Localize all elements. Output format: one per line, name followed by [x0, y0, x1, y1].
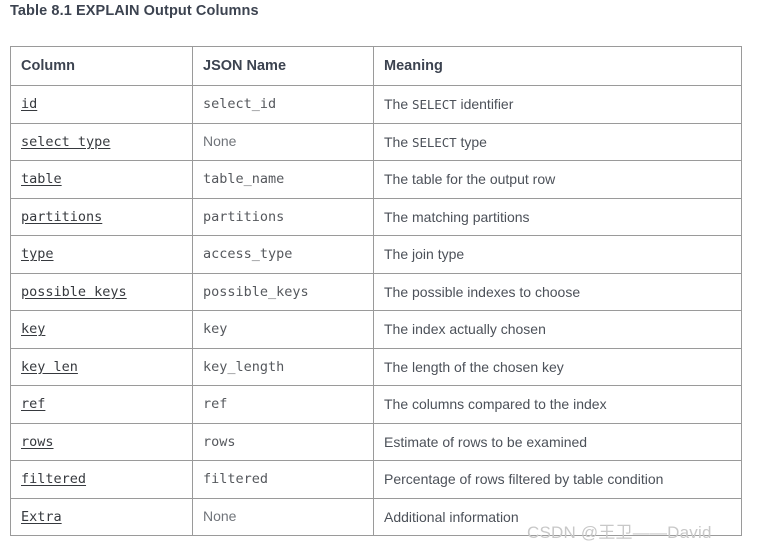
json-name-cell: None [192, 122, 374, 161]
column-cell: id [10, 85, 193, 124]
json-name-cell: ref [192, 385, 374, 424]
json-name-cell: key_length [192, 347, 374, 386]
column-header-json-name: JSON Name [192, 46, 374, 86]
table-row: table table_name The table for the output … [10, 160, 742, 199]
json-name-cell: key [192, 310, 374, 349]
json-name-none: None [203, 132, 237, 149]
meaning-text: The columns compared to the index [384, 396, 607, 413]
json-name-cell: partitions [192, 197, 374, 236]
json-name-cell: filtered [192, 460, 374, 499]
table-row: possible keys possible_keys The possible i… [10, 272, 742, 311]
column-header-column: Column [10, 46, 193, 86]
json-name-cell: None [192, 497, 374, 536]
table-row: filtered filtered Percentage of rows filte… [10, 460, 742, 499]
json-name-value: possible_keys [203, 283, 309, 300]
meaning-text: Percentage of rows filtered by table con… [384, 471, 664, 488]
json-name-cell: table_name [192, 160, 374, 199]
column-link[interactable]: filtered [21, 471, 86, 487]
json-name-value: access_type [203, 246, 293, 263]
meaning-text: The join type [384, 246, 465, 263]
page-title: Table 8.1 EXPLAIN Output Columns [10, 3, 259, 19]
json-name-value: filtered [203, 471, 269, 488]
meaning-cell: Percentage of rows filtered by table con… [373, 460, 742, 499]
meaning-text: The [384, 133, 413, 150]
meaning-text: Additional information [384, 508, 519, 525]
meaning-keyword: SELECT [412, 97, 457, 113]
meaning-text: The [384, 96, 413, 113]
column-cell: partitions [10, 197, 193, 236]
meaning-cell: Estimate of rows to be examined [373, 422, 742, 461]
column-cell: key [10, 310, 193, 349]
table-row: type access_type The join type [10, 235, 742, 274]
meaning-text: The possible indexes to choose [384, 283, 581, 300]
meaning-cell: The join type [373, 235, 742, 274]
column-cell: table [10, 160, 193, 199]
column-cell: Extra [10, 497, 193, 536]
table-row: select type None The SELECT type [10, 122, 742, 161]
json-name-value: key_length [203, 358, 285, 375]
json-name-none: None [203, 507, 237, 524]
column-cell: rows [10, 422, 193, 461]
column-header-meaning: Meaning [373, 46, 742, 86]
table-row: id select_id The SELECT identifier [10, 85, 742, 124]
column-link[interactable]: key [21, 321, 45, 337]
json-name-value: partitions [203, 208, 285, 225]
table-row: Extra None Additional information [10, 497, 742, 536]
json-name-value: key [203, 321, 228, 338]
column-cell: ref [10, 385, 193, 424]
explain-output-columns-table: Column JSON Name Meaning id select_id The … [10, 46, 742, 536]
meaning-cell: The columns compared to the index [373, 385, 742, 424]
table-row: partitions partitions The matching partiti… [10, 197, 742, 236]
page-root: Table 8.1 EXPLAIN Output Columns Column … [0, 0, 763, 549]
json-name-value: select_id [203, 96, 277, 113]
meaning-cell: The index actually chosen [373, 310, 742, 349]
meaning-cell: The possible indexes to choose [373, 272, 742, 311]
meaning-cell: The matching partitions [373, 197, 742, 236]
table-header: Column JSON Name Meaning [10, 46, 742, 86]
table-body: id select_id The SELECT identifier select t… [10, 85, 742, 536]
meaning-text: The index actually chosen [384, 321, 546, 338]
json-name-cell: select_id [192, 85, 374, 124]
json-name-value: ref [203, 396, 228, 413]
column-cell: possible keys [10, 272, 193, 311]
column-cell: type [10, 235, 193, 274]
table-row: rows rows Estimate of rows to be examined [10, 422, 742, 461]
table-row: key len key_length The length of the chose… [10, 347, 742, 386]
meaning-text: The matching partitions [384, 208, 530, 225]
meaning-cell: The SELECT type [373, 122, 742, 161]
meaning-text: The length of the chosen key [384, 358, 564, 375]
meaning-cell: The table for the output row [373, 160, 742, 199]
table-header-row: Column JSON Name Meaning [10, 46, 742, 86]
table-row: ref ref The columns compared to the index [10, 385, 742, 424]
column-link[interactable]: rows [21, 434, 54, 450]
column-link[interactable]: table [21, 171, 62, 187]
meaning-cell: The length of the chosen key [373, 347, 742, 386]
column-link[interactable]: possible keys [21, 284, 127, 300]
meaning-text-suffix: type [456, 133, 487, 150]
json-name-value: rows [203, 433, 236, 450]
json-name-cell: possible_keys [192, 272, 374, 311]
meaning-text: Estimate of rows to be examined [384, 433, 588, 450]
column-link[interactable]: select type [21, 134, 110, 150]
column-link[interactable]: key len [21, 359, 78, 375]
meaning-text: The table for the output row [384, 171, 556, 188]
column-link[interactable]: id [21, 96, 37, 112]
column-cell: select type [10, 122, 193, 161]
column-link[interactable]: type [21, 246, 54, 262]
column-link[interactable]: partitions [21, 209, 102, 225]
json-name-cell: access_type [192, 235, 374, 274]
column-cell: key len [10, 347, 193, 386]
meaning-cell: Additional information [373, 497, 742, 536]
table-row: key key The index actually chosen [10, 310, 742, 349]
json-name-value: table_name [203, 171, 285, 188]
column-link[interactable]: ref [21, 396, 45, 412]
meaning-cell: The SELECT identifier [373, 85, 742, 124]
column-link[interactable]: Extra [21, 509, 62, 525]
meaning-keyword: SELECT [412, 134, 457, 150]
column-cell: filtered [10, 460, 193, 499]
json-name-cell: rows [192, 422, 374, 461]
meaning-text-suffix: identifier [456, 96, 514, 113]
